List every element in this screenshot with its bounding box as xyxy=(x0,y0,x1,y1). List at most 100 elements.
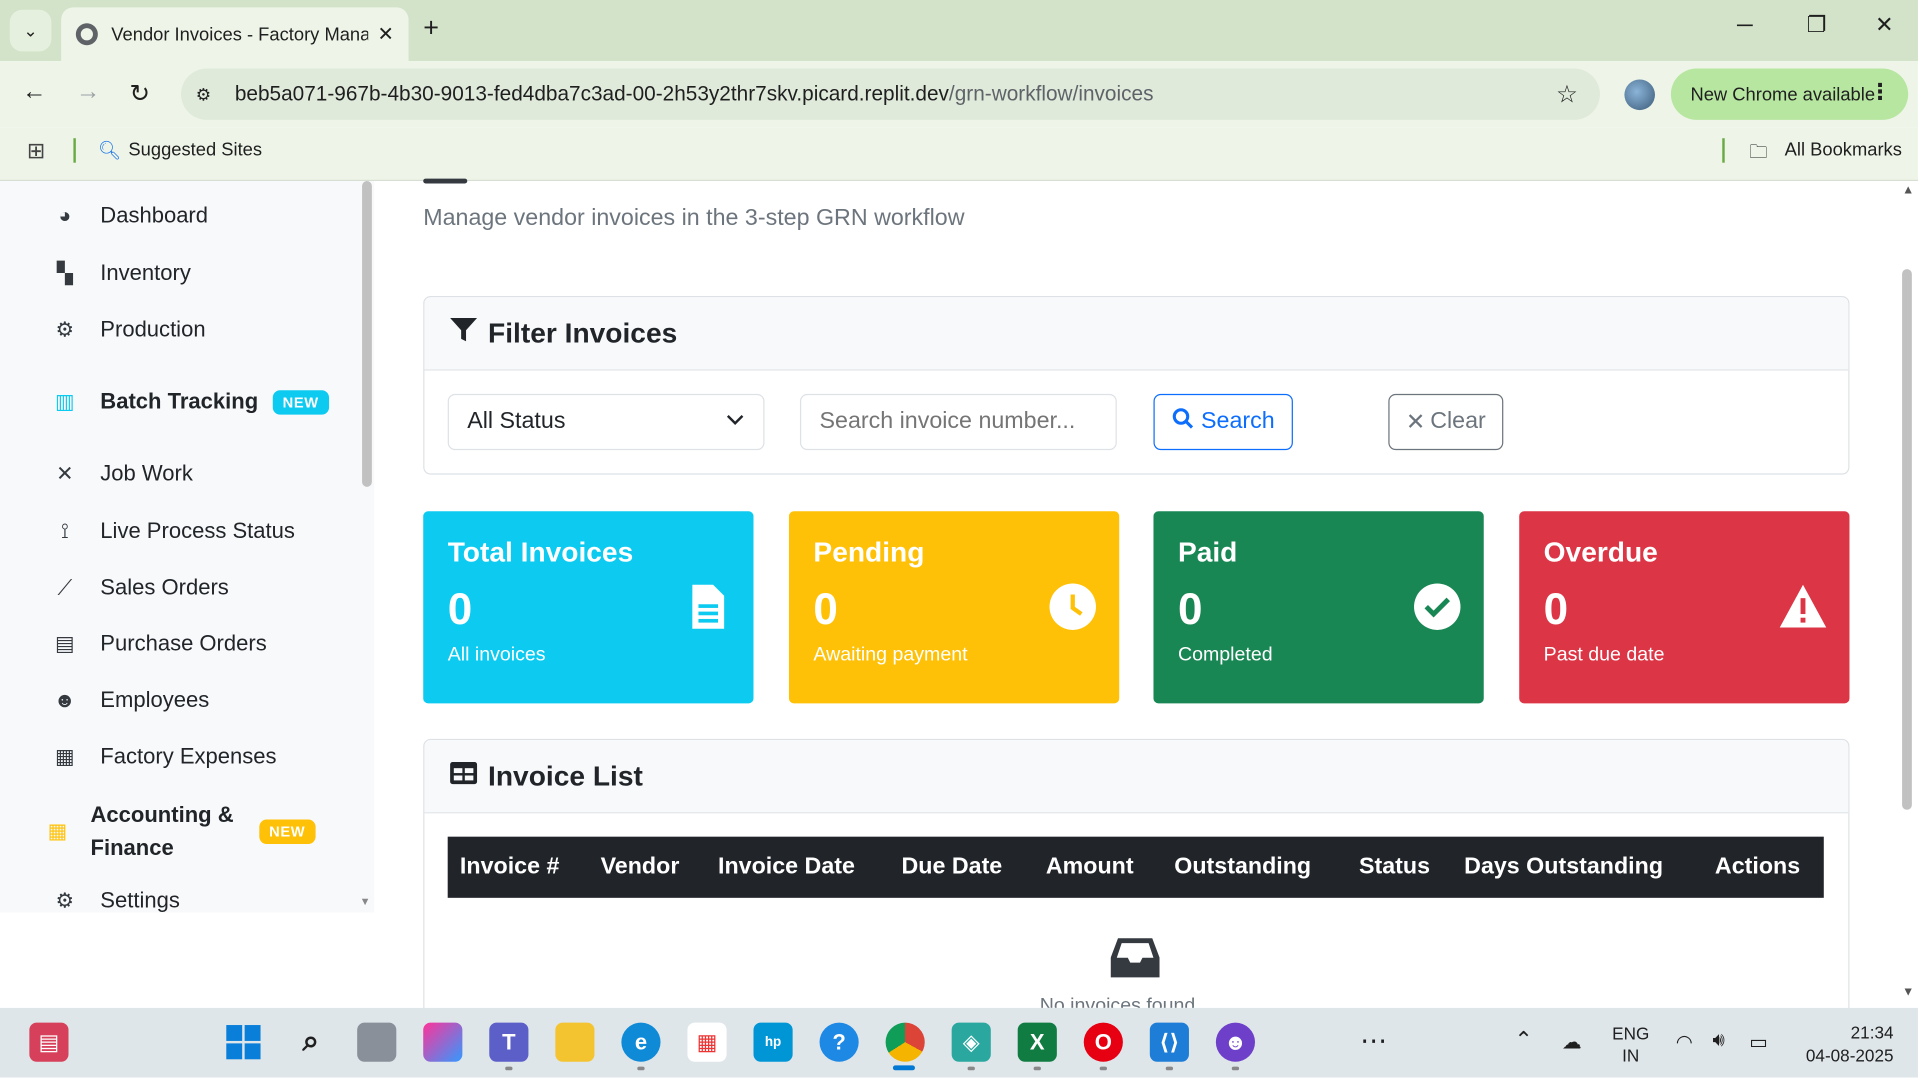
tools-icon: ✕ xyxy=(56,461,74,485)
wifi-icon[interactable]: ◠ xyxy=(1676,1030,1693,1054)
site-info-icon[interactable]: ⚙ xyxy=(196,84,218,105)
myhp-icon[interactable]: hp xyxy=(753,1022,793,1062)
bookmark-suggested-sites[interactable]: Suggested Sites xyxy=(128,139,262,160)
chevron-down-icon xyxy=(726,410,744,430)
restore-button[interactable]: ❐ xyxy=(1807,12,1827,38)
column-header: Due Date xyxy=(901,853,1003,880)
ide-icon[interactable]: ◈ xyxy=(951,1022,991,1062)
chrome-icon[interactable] xyxy=(885,1022,925,1062)
close-tab-icon[interactable]: ✕ xyxy=(377,22,393,46)
sidebar-scroll-down-icon[interactable]: ▼ xyxy=(360,895,371,907)
column-header: Days Outstanding xyxy=(1464,853,1664,880)
github-icon[interactable]: ☻ xyxy=(1215,1022,1256,1062)
sidebar-item-production[interactable]: ⚙ Production xyxy=(49,317,206,343)
stat-card-paid: Paid 0 Completed xyxy=(1153,511,1484,704)
profile-avatar[interactable] xyxy=(1624,79,1655,111)
sidebar-item-inventory[interactable]: ▚ Inventory xyxy=(49,261,191,287)
palette-icon: ◕ xyxy=(58,203,72,227)
excel-icon[interactable]: X xyxy=(1017,1022,1057,1062)
search-icon xyxy=(1172,407,1194,436)
running-indicator xyxy=(1099,1066,1107,1071)
stat-card-overdue: Overdue 0 Past due date xyxy=(1519,511,1850,704)
browser-tab[interactable]: Vendor Invoices - Factory Mana ✕ xyxy=(61,7,409,62)
chevron-down-icon: ⌄ xyxy=(23,20,38,40)
sidebar-item-employees[interactable]: ☻ Employees xyxy=(49,687,209,713)
sidebar-scrollbar[interactable] xyxy=(362,181,372,487)
minimize-button[interactable]: ─ xyxy=(1737,12,1753,38)
sidebar-item-live-process-status[interactable]: ⟟ Live Process Status xyxy=(49,519,295,545)
help-icon[interactable]: ? xyxy=(819,1022,859,1062)
tab-title: Vendor Invoices - Factory Mana xyxy=(111,23,368,45)
scroll-down-icon[interactable]: ▼ xyxy=(1902,986,1914,999)
gears-icon: ⚙ xyxy=(55,317,75,341)
sidebar-footer-blank xyxy=(0,912,375,1008)
bookmark-star-icon[interactable]: ☆ xyxy=(1556,80,1578,111)
column-header: Amount xyxy=(1045,853,1134,880)
chevron-up-icon[interactable]: ⌃ xyxy=(1514,1027,1532,1053)
sidebar-item-settings[interactable]: ⚙ Settings xyxy=(49,888,180,912)
sidebar-item-sales-orders[interactable]: ⟋ Sales Orders xyxy=(49,575,229,601)
reload-button[interactable]: ↻ xyxy=(130,78,151,109)
scrollbar-thumb[interactable] xyxy=(1902,269,1912,810)
close-window-button[interactable]: ✕ xyxy=(1875,12,1893,38)
running-indicator xyxy=(1165,1066,1174,1071)
store-icon[interactable]: ▦ xyxy=(687,1022,727,1062)
column-header: Vendor xyxy=(600,853,680,880)
check-circle-icon xyxy=(1413,582,1462,631)
file-icon xyxy=(683,582,732,631)
all-bookmarks-button[interactable]: All Bookmarks xyxy=(1785,139,1902,160)
status-select[interactable]: All Status xyxy=(447,393,765,451)
language-indicator[interactable]: ENG IN xyxy=(1612,1023,1649,1067)
sidebar-item-purchase-orders[interactable]: ▤ Purchase Orders xyxy=(49,631,267,657)
edge-icon[interactable]: e xyxy=(621,1022,661,1062)
search-button[interactable]: Search xyxy=(1153,393,1293,451)
windows-start-icon[interactable] xyxy=(224,1023,263,1062)
sidebar-item-job-work[interactable]: ✕ Job Work xyxy=(49,461,193,487)
sidebar-item-dashboard[interactable]: ◕ Dashboard xyxy=(49,203,208,229)
search-input[interactable] xyxy=(799,393,1117,451)
sidebar: ◕ Dashboard ▚ Inventory ⚙ Production ▥ Batch… xyxy=(0,181,375,913)
close-icon: ✕ xyxy=(1405,409,1426,435)
sidebar-item-factory-expenses[interactable]: ▦ Factory Expenses xyxy=(49,744,277,770)
battery-icon[interactable]: ▭ xyxy=(1749,1030,1768,1054)
sidebar-item-accounting-finance[interactable]: ▦ Accounting & Finance NEW xyxy=(42,799,315,865)
clock[interactable]: 21:34 04-08-2025 xyxy=(1793,1021,1894,1067)
scroll-up-icon[interactable]: ▲ xyxy=(1902,183,1914,196)
clear-button[interactable]: ✕ Clear xyxy=(1388,393,1504,451)
teams-icon[interactable]: T xyxy=(489,1022,529,1062)
running-indicator xyxy=(1033,1066,1041,1071)
sidebar-item-batch-tracking[interactable]: ▥ Batch Tracking NEW xyxy=(49,389,329,415)
forward-button[interactable]: → xyxy=(76,78,100,106)
barcode-icon: ▥ xyxy=(55,389,75,413)
search-icon[interactable]: ⌕ xyxy=(291,1023,330,1062)
copilot-icon[interactable] xyxy=(423,1022,463,1062)
column-header: Actions xyxy=(1714,853,1801,880)
running-indicator xyxy=(1231,1066,1240,1071)
volume-icon[interactable]: 🔊︎ xyxy=(1712,1030,1724,1052)
address-bar[interactable]: ⚙ beb5a071-967b-4b30-9013-fed4dba7c3ad-0… xyxy=(181,68,1600,120)
new-chrome-available-button[interactable]: New Chrome available ⋮ xyxy=(1670,68,1909,120)
column-header: Outstanding xyxy=(1174,853,1312,880)
bookmarks-bar xyxy=(0,127,1918,182)
apps-grid-icon[interactable]: ⊞ xyxy=(27,138,45,164)
opera-icon[interactable]: O xyxy=(1083,1022,1123,1062)
vscode-icon[interactable]: ⟨⟩ xyxy=(1149,1022,1189,1062)
clock-icon xyxy=(1048,582,1097,631)
task-view-icon[interactable] xyxy=(357,1022,397,1062)
active-indicator xyxy=(892,1065,915,1071)
running-indicator xyxy=(967,1066,975,1071)
table-icon xyxy=(449,760,478,792)
page-title-cutoff xyxy=(423,178,468,184)
tab-search-button[interactable]: ⌄ xyxy=(9,9,52,52)
back-button[interactable]: ← xyxy=(22,78,46,106)
more-apps-icon[interactable]: ⋯ xyxy=(1360,1025,1387,1057)
app-launcher-icon[interactable]: ▤ xyxy=(29,1022,69,1062)
new-tab-button[interactable]: + xyxy=(423,12,439,44)
page-scrollbar[interactable]: ▲ ▼ xyxy=(1898,181,1918,1008)
filter-icon xyxy=(449,316,478,350)
more-menu-icon[interactable]: ⋮ xyxy=(1869,80,1891,106)
new-badge: NEW xyxy=(259,819,315,845)
column-header: Status xyxy=(1358,853,1431,880)
file-explorer-icon[interactable] xyxy=(555,1022,595,1062)
onedrive-icon[interactable]: ☁ xyxy=(1562,1030,1582,1054)
